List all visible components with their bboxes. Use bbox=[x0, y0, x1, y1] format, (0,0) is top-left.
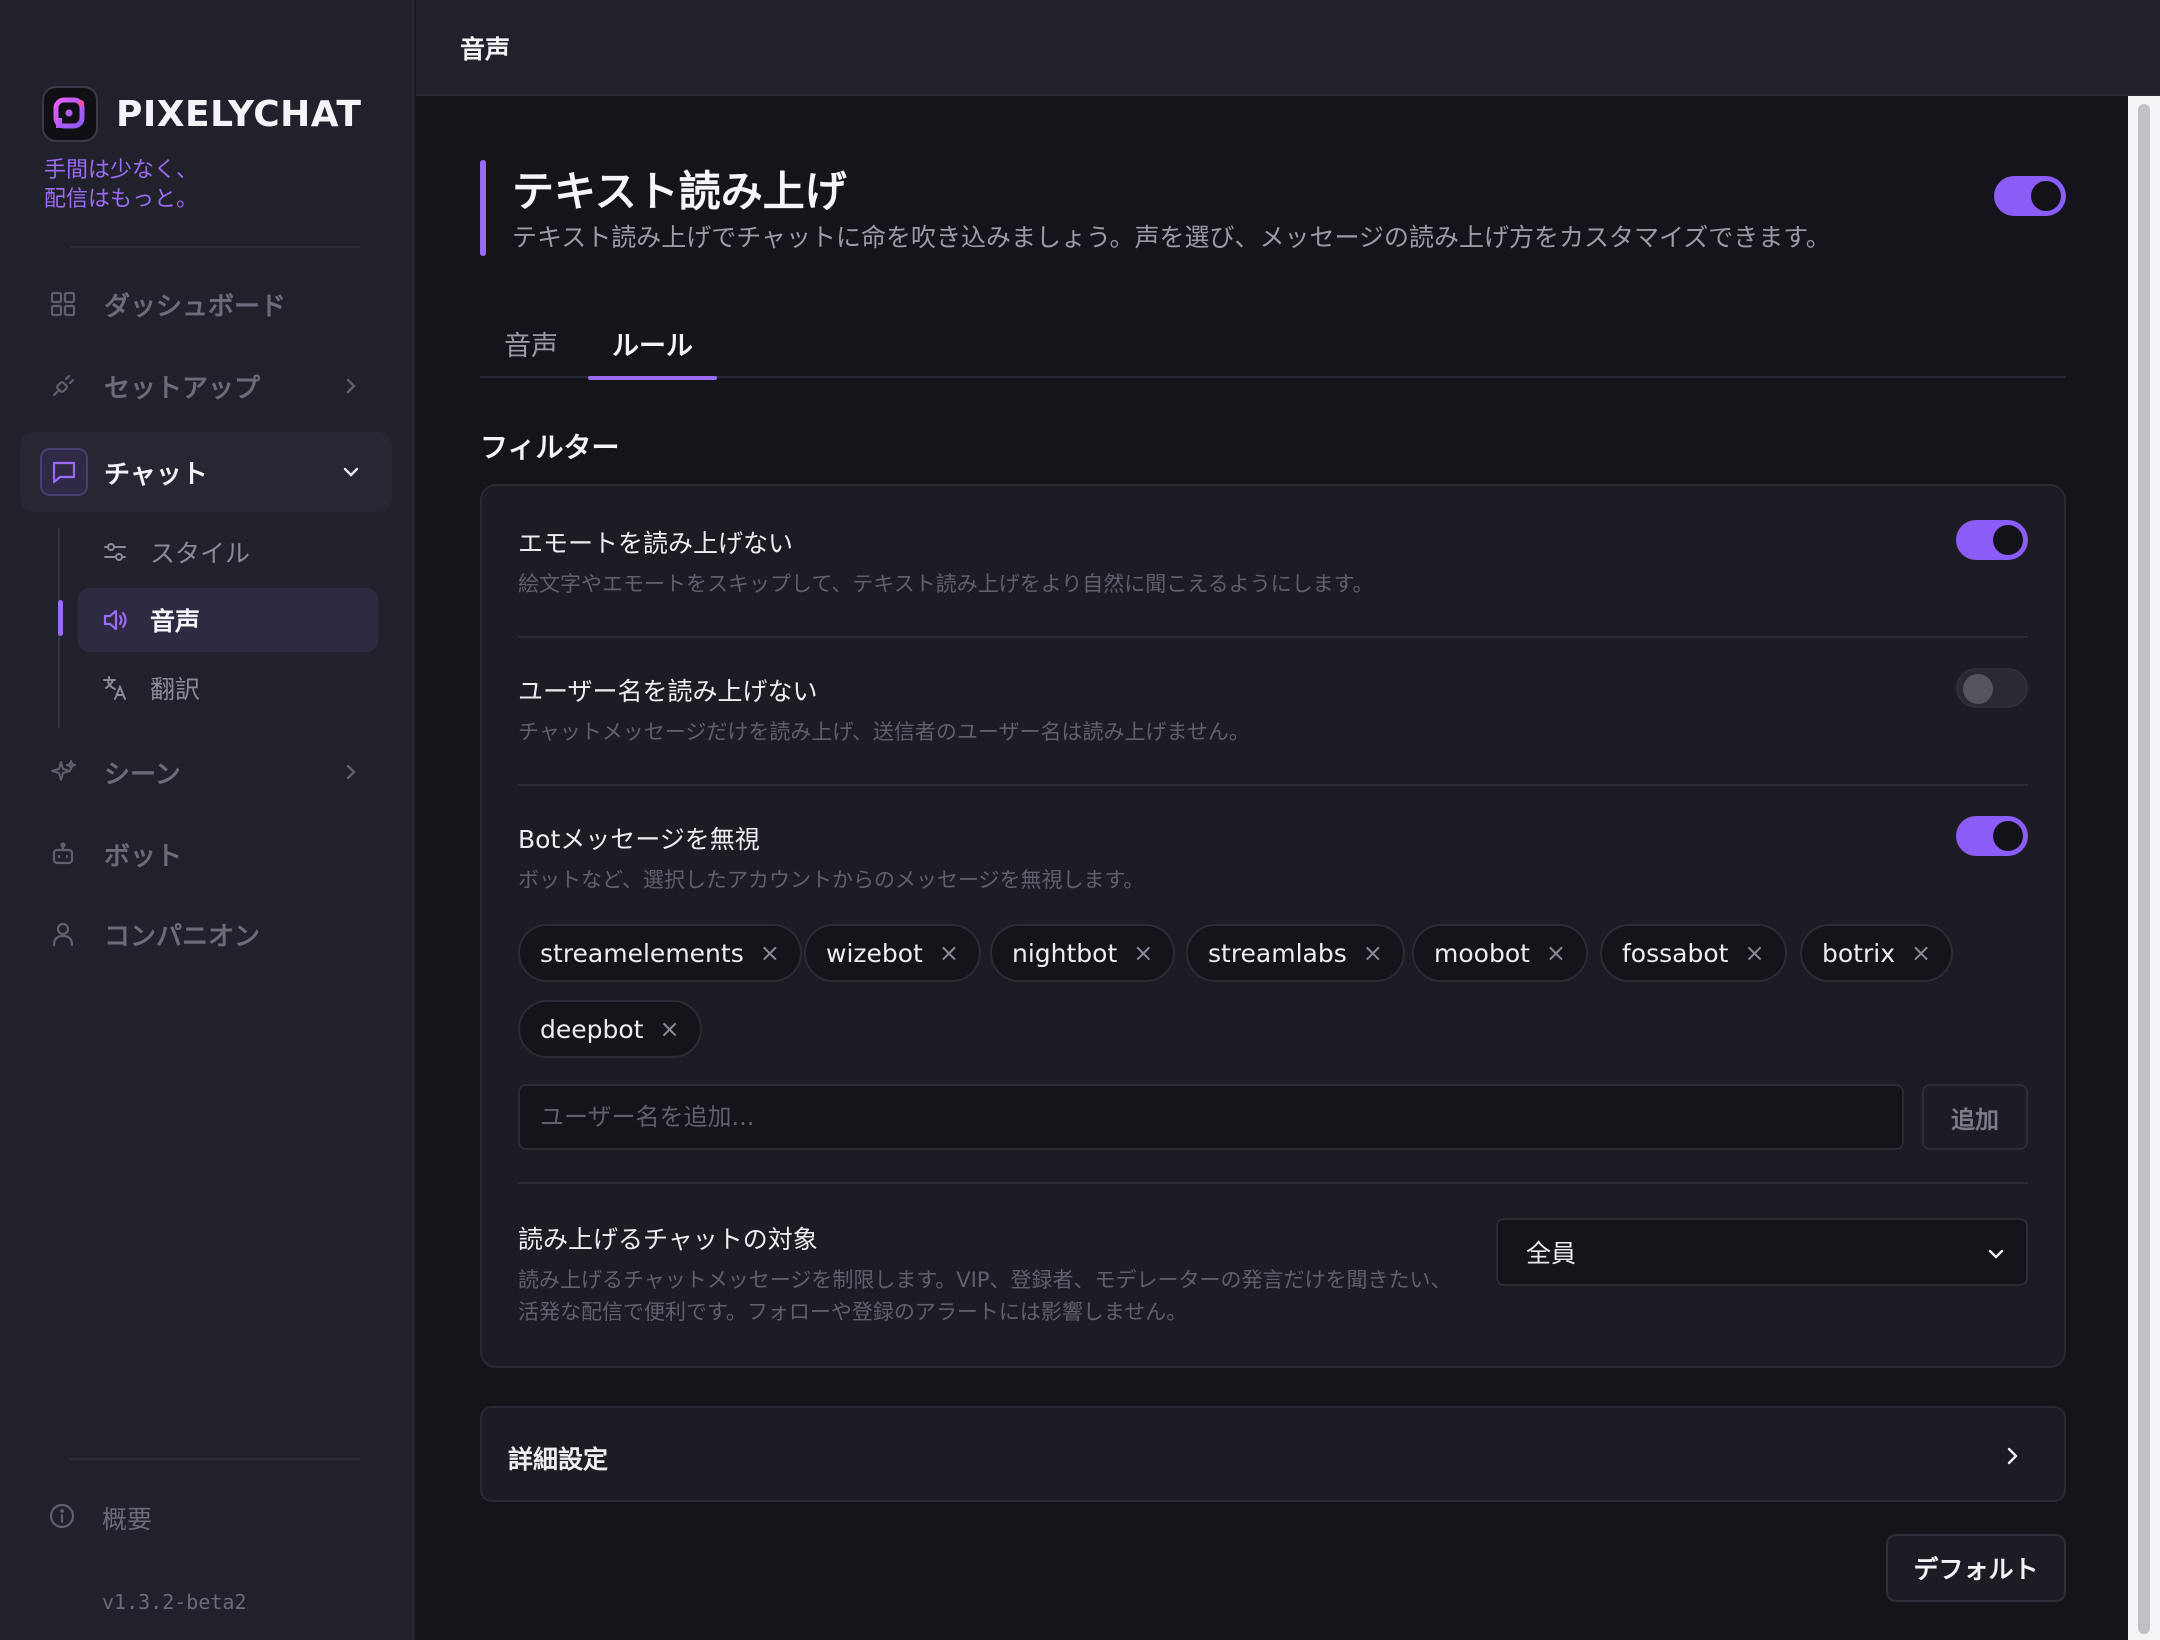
sidebar-item-companion[interactable]: コンパニオン bbox=[20, 894, 392, 974]
row-divider bbox=[518, 1182, 2028, 1184]
scrollbar-thumb[interactable] bbox=[2138, 104, 2150, 1634]
sidebar-subitem-label: 音声 bbox=[150, 607, 201, 636]
sidebar-item-label: チャット bbox=[104, 459, 208, 490]
filters-heading: フィルター bbox=[480, 431, 620, 464]
translate-icon bbox=[100, 673, 130, 703]
sidebar-subitem-label: スタイル bbox=[150, 539, 251, 568]
chevron-down-icon bbox=[1988, 1249, 2004, 1259]
row-divider bbox=[518, 636, 2028, 638]
sidebar-subitem-style[interactable]: スタイル bbox=[78, 520, 378, 584]
remove-icon[interactable]: × bbox=[760, 939, 780, 967]
section-description: テキスト読み上げでチャットに命を吹き込みましょう。声を選び、メッセージの読み上げ… bbox=[512, 223, 1831, 252]
filter-description: チャットメッセージだけを読み上げ、送信者のユーザー名は読み上げません。 bbox=[518, 720, 1250, 744]
chevron-right-icon bbox=[346, 764, 356, 780]
sidebar-item-about[interactable]: 概要 bbox=[48, 1500, 152, 1536]
remove-icon[interactable]: × bbox=[1133, 939, 1153, 967]
skip-username-toggle[interactable] bbox=[1956, 668, 2028, 708]
filter-title: エモートを読み上げない bbox=[518, 529, 794, 558]
chat-icon bbox=[40, 448, 88, 496]
active-indicator bbox=[58, 600, 63, 636]
robot-icon bbox=[48, 839, 78, 869]
row-divider bbox=[518, 784, 2028, 786]
chevron-right-icon bbox=[346, 378, 356, 394]
advanced-settings-panel[interactable]: 詳細設定 bbox=[480, 1406, 2066, 1502]
bot-chip: moobot × bbox=[1412, 924, 1589, 982]
sidebar: PIXELYCHAT 手間は少なく、 配信はもっと。 ダッシュボード セットアッ… bbox=[0, 0, 414, 1640]
sidebar-item-scenes[interactable]: シーン bbox=[20, 732, 392, 812]
bot-chip: deepbot × bbox=[518, 1000, 702, 1058]
grid-icon bbox=[48, 289, 78, 319]
sidebar-item-dashboard[interactable]: ダッシュボード bbox=[20, 264, 392, 344]
sidebar-divider bbox=[70, 246, 360, 248]
sidebar-item-label: セットアップ bbox=[104, 373, 261, 404]
app-logo-icon bbox=[42, 86, 98, 142]
sidebar-item-chat[interactable]: チャット bbox=[20, 432, 392, 512]
remove-icon[interactable]: × bbox=[659, 1015, 679, 1043]
page-title: 音声 bbox=[460, 35, 511, 64]
audience-select[interactable]: 全員 bbox=[1496, 1218, 2028, 1286]
app-name: PIXELYCHAT bbox=[116, 93, 362, 135]
topbar: 音声 bbox=[416, 0, 2160, 96]
ignore-bots-toggle[interactable] bbox=[1956, 816, 2028, 856]
chevron-right-icon bbox=[2007, 1447, 2018, 1465]
filter-description: 読み上げるチャットメッセージを制限します。VIP、登録者、モデレーターの発言だけ… bbox=[518, 1268, 1452, 1324]
bot-chip: nightbot × bbox=[990, 924, 1176, 982]
filter-title: 読み上げるチャットの対象 bbox=[518, 1225, 818, 1254]
sidebar-item-label: コンパニオン bbox=[104, 921, 261, 952]
app-version: v1.3.2-beta2 bbox=[102, 1590, 247, 1614]
bot-chip: fossabot × bbox=[1600, 924, 1787, 982]
sliders-icon bbox=[100, 537, 130, 567]
remove-icon[interactable]: × bbox=[1911, 939, 1931, 967]
section-heading: テキスト読み上げ bbox=[512, 167, 847, 216]
user-icon bbox=[48, 919, 78, 949]
skip-emotes-toggle[interactable] bbox=[1956, 520, 2028, 560]
bot-chip: botrix × bbox=[1800, 924, 1954, 982]
sidebar-subitem-translate[interactable]: 翻訳 bbox=[78, 656, 378, 720]
sidebar-subitem-label: 翻訳 bbox=[150, 675, 201, 704]
info-icon bbox=[48, 1502, 76, 1534]
sidebar-item-label: ボット bbox=[104, 841, 183, 872]
speaker-icon bbox=[100, 605, 130, 635]
advanced-settings-label: 詳細設定 bbox=[508, 1445, 609, 1474]
tab-rules[interactable]: ルール bbox=[588, 318, 717, 380]
sidebar-subitem-voice[interactable]: 音声 bbox=[78, 588, 378, 652]
brand: PIXELYCHAT bbox=[42, 86, 361, 142]
add-username-button[interactable]: 追加 bbox=[1922, 1084, 2028, 1150]
tts-enable-toggle[interactable] bbox=[1994, 176, 2066, 216]
sparkle-icon bbox=[48, 757, 78, 787]
bot-chip: streamlabs × bbox=[1186, 924, 1405, 982]
filter-description: 絵文字やエモートをスキップして、テキスト読み上げをより自然に聞こえるようにします… bbox=[518, 572, 1374, 596]
reset-default-button[interactable]: デフォルト bbox=[1886, 1534, 2066, 1602]
sidebar-divider bbox=[70, 1458, 360, 1460]
remove-icon[interactable]: × bbox=[1363, 939, 1383, 967]
tab-bar: 音声 ルール bbox=[480, 318, 2066, 380]
plug-icon bbox=[48, 371, 78, 401]
hero-accent-bar bbox=[480, 160, 486, 256]
app-tagline: 手間は少なく、 配信はもっと。 bbox=[44, 158, 199, 212]
sidebar-item-label: ダッシュボード bbox=[104, 291, 287, 322]
filter-title: ユーザー名を読み上げない bbox=[518, 677, 818, 706]
about-label: 概要 bbox=[102, 1505, 153, 1534]
filter-title: Botメッセージを無視 bbox=[518, 825, 760, 854]
add-username-input[interactable] bbox=[518, 1084, 1904, 1150]
chevron-down-icon bbox=[343, 467, 359, 477]
sidebar-item-label: シーン bbox=[104, 759, 181, 790]
filter-description: ボットなど、選択したアカウントからのメッセージを無視します。 bbox=[518, 868, 1145, 892]
sidebar-item-setup[interactable]: セットアップ bbox=[20, 346, 392, 426]
bot-chip: wizebot × bbox=[804, 924, 981, 982]
audience-selected: 全員 bbox=[1526, 1239, 1577, 1268]
remove-icon[interactable]: × bbox=[939, 939, 959, 967]
remove-icon[interactable]: × bbox=[1546, 939, 1566, 967]
bot-chip: streamelements × bbox=[518, 924, 802, 982]
sidebar-item-bots[interactable]: ボット bbox=[20, 814, 392, 894]
tab-voice[interactable]: 音声 bbox=[480, 318, 582, 378]
remove-icon[interactable]: × bbox=[1744, 939, 1764, 967]
